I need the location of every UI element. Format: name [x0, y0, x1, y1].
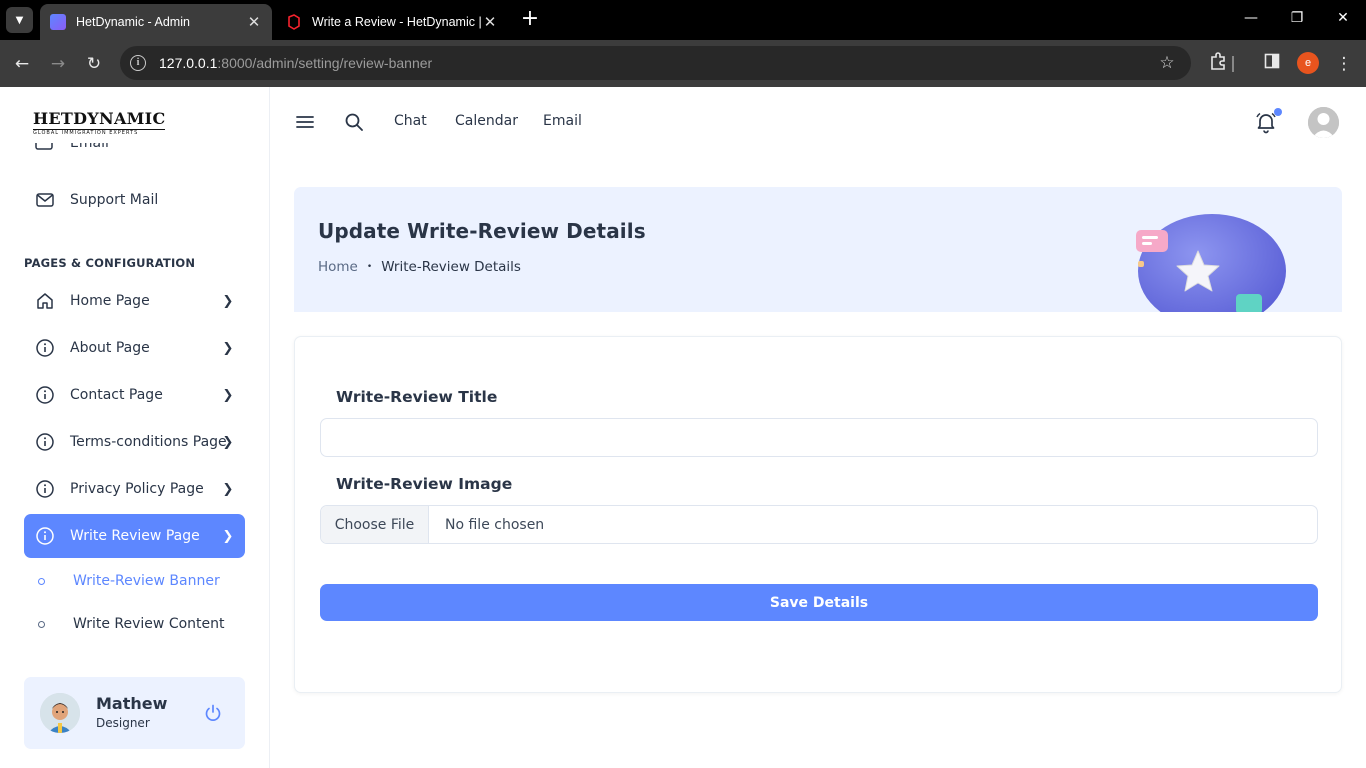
choose-file-button[interactable]: Choose File [321, 506, 429, 543]
user-role: Designer [96, 716, 150, 730]
sidebar-subitem-label: Write-Review Banner [73, 573, 220, 589]
breadcrumb-home-link[interactable]: Home [318, 259, 358, 275]
profile-avatar[interactable]: e [1297, 52, 1319, 74]
sidebar-item-about-page[interactable]: About Page ❯ [24, 326, 245, 370]
user-profile-card: Mathew Designer [24, 677, 245, 749]
breadcrumb-current: Write-Review Details [381, 259, 521, 275]
tab-write-review[interactable]: Write a Review - HetDynamic | I ✕ [276, 4, 508, 40]
header-link-calendar[interactable]: Calendar [455, 113, 518, 129]
chevron-right-icon: ❯ [222, 481, 234, 497]
header-link-email[interactable]: Email [543, 113, 582, 129]
close-icon[interactable]: ✕ [482, 13, 498, 31]
url-path: :8000/admin/setting/review-banner [217, 55, 433, 71]
page-banner: Update Write-Review Details Home • Write… [294, 187, 1342, 312]
notification-dot [1274, 108, 1282, 116]
mail-icon [35, 143, 53, 150]
minimize-icon[interactable]: — [1241, 10, 1261, 26]
sidebar-item-privacy-policy-page[interactable]: Privacy Policy Page ❯ [24, 467, 245, 511]
header-link-chat[interactable]: Chat [394, 113, 427, 129]
sidebar: HETDYNAMIC GLOBAL IMMIGRATION EXPERTS Em… [0, 87, 270, 768]
home-icon [37, 293, 53, 309]
search-icon[interactable] [343, 111, 365, 133]
image-field-label: Write-Review Image [336, 475, 513, 493]
hetdynamic-favicon-icon [50, 14, 66, 30]
power-icon[interactable] [202, 702, 224, 724]
tab-title: HetDynamic - Admin [76, 15, 190, 29]
sidebar-item-label: Privacy Policy Page [70, 481, 204, 497]
sidebar-item-label: Write Review Page [70, 528, 200, 544]
chevron-right-icon: ❯ [222, 528, 234, 544]
write-review-title-input[interactable] [320, 418, 1318, 457]
url-text[interactable]: 127.0.0.1:8000/admin/setting/review-bann… [159, 55, 1155, 71]
breadcrumb: Home • Write-Review Details [318, 259, 521, 275]
form-card: Write-Review Title Write-Review Image Ch… [294, 336, 1342, 693]
save-details-button[interactable]: Save Details [320, 584, 1318, 621]
browser-toolbar: ← → ↻ i 127.0.0.1:8000/admin/setting/rev… [0, 40, 1366, 87]
hetdynamic-logo[interactable]: HETDYNAMIC GLOBAL IMMIGRATION EXPERTS [33, 109, 166, 136]
info-circle-icon [36, 527, 54, 545]
window-close-icon[interactable]: ✕ [1333, 10, 1353, 26]
chevron-right-icon: ❯ [222, 434, 234, 450]
tab-title: Write a Review - HetDynamic | I [312, 15, 482, 29]
title-field-label: Write-Review Title [336, 388, 498, 406]
write-review-image-input[interactable]: Choose File No file chosen [320, 505, 1318, 544]
logo-text: HETDYNAMIC [33, 109, 166, 128]
url-host: 127.0.0.1 [159, 55, 218, 71]
avatar[interactable] [40, 693, 80, 733]
close-icon[interactable]: ✕ [246, 13, 262, 31]
site-info-icon[interactable]: i [130, 55, 146, 71]
toolbar-divider [1232, 56, 1234, 72]
laravel-favicon-icon [286, 14, 302, 30]
sidebar-item-label: Home Page [70, 293, 150, 309]
chevron-right-icon: ❯ [222, 387, 234, 403]
sidebar-item-label: About Page [70, 340, 150, 356]
star-chat-illustration-icon [1136, 214, 1286, 312]
chevron-right-icon: ❯ [222, 293, 234, 309]
tab-hetdynamic-admin[interactable]: HetDynamic - Admin ✕ [40, 4, 272, 40]
breadcrumb-separator: • [366, 262, 373, 272]
sidebar-item-write-review-page[interactable]: Write Review Page ❯ [24, 514, 245, 558]
header-avatar[interactable] [1308, 107, 1339, 138]
sidebar-subitem-write-review-content[interactable]: Write Review Content [38, 613, 225, 635]
sidebar-item-label: Terms-conditions Page [70, 434, 227, 450]
user-name: Mathew [96, 694, 168, 713]
sidebar-item-email[interactable]: Email [34, 143, 234, 161]
extensions-icon[interactable] [1206, 52, 1230, 76]
chevron-right-icon: ❯ [222, 340, 234, 356]
bookmark-star-icon[interactable]: ☆ [1155, 53, 1179, 73]
browser-menu-icon[interactable]: ⋮ [1332, 52, 1356, 76]
section-title: PAGES & CONFIGURATION [24, 256, 196, 270]
sidebar-item-home-page[interactable]: Home Page ❯ [24, 279, 245, 323]
info-circle-icon [36, 433, 54, 451]
sidebar-item-support-mail[interactable]: Support Mail [24, 178, 245, 222]
info-circle-icon [36, 386, 54, 404]
tab-search-button[interactable]: ▼ [6, 7, 33, 33]
forward-icon[interactable]: → [46, 52, 70, 76]
circle-bullet-icon [38, 620, 45, 628]
logo-tagline: GLOBAL IMMIGRATION EXPERTS [33, 129, 165, 136]
page-title: Update Write-Review Details [318, 219, 646, 243]
menu-icon[interactable] [294, 111, 316, 133]
file-status-text: No file chosen [445, 516, 545, 533]
circle-bullet-icon [38, 577, 45, 585]
reload-icon[interactable]: ↻ [82, 52, 106, 76]
sidebar-item-label: Support Mail [70, 192, 159, 208]
back-icon[interactable]: ← [10, 52, 34, 76]
browser-tab-bar: ▼ HetDynamic - Admin ✕ Write a Review - … [0, 0, 1366, 40]
new-tab-button[interactable]: + [518, 8, 542, 32]
info-circle-icon [36, 339, 54, 357]
sidebar-subitem-write-review-banner[interactable]: Write-Review Banner [38, 570, 220, 592]
sidebar-item-label: Contact Page [70, 387, 163, 403]
sidebar-item-label: Email [70, 143, 109, 151]
info-circle-icon [36, 480, 54, 498]
address-bar[interactable]: i 127.0.0.1:8000/admin/setting/review-ba… [120, 46, 1191, 80]
sidebar-subitem-label: Write Review Content [73, 616, 225, 632]
restore-icon[interactable]: ❐ [1287, 10, 1307, 26]
sidebar-item-terms-conditions-page[interactable]: Terms-conditions Page ❯ [24, 420, 245, 464]
side-panel-icon[interactable] [1260, 52, 1284, 76]
sidebar-item-contact-page[interactable]: Contact Page ❯ [24, 373, 245, 417]
mail-icon [36, 193, 54, 207]
